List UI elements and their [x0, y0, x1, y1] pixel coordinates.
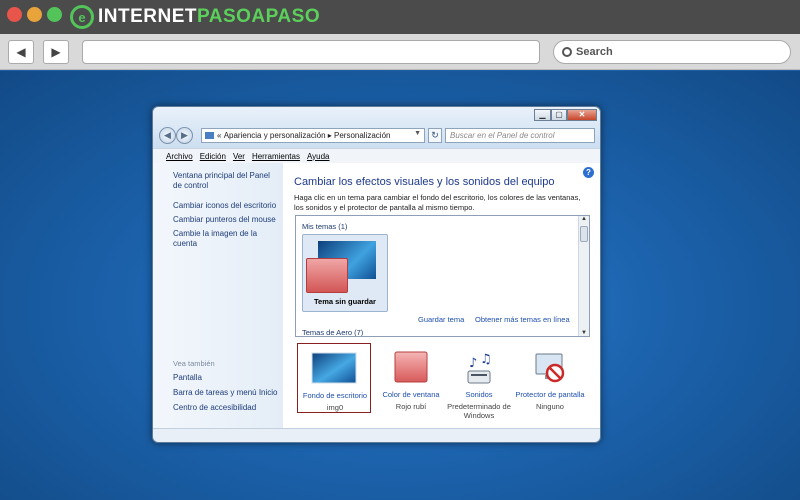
search-icon: [562, 47, 572, 57]
desktop-background-icon: [311, 352, 357, 384]
scroll-up-icon[interactable]: ▲: [579, 216, 589, 222]
chevron-down-icon[interactable]: ▼: [414, 130, 421, 137]
window-content: Ventana principal del Panel de control C…: [153, 163, 600, 428]
option-value: Predeterminado de Windows: [447, 402, 511, 420]
back-arrow-icon[interactable]: ◀: [159, 127, 176, 144]
site-logo: e INTERNET PASOAPASO: [70, 4, 320, 30]
folder-icon: [205, 132, 214, 139]
option-desktop-background[interactable]: Fondo de escritorio img0: [297, 343, 371, 413]
close-window-dot[interactable]: [7, 7, 22, 22]
minimize-button[interactable]: ▁: [534, 109, 551, 121]
aero-themes-title: Temas de Aero (7): [302, 328, 364, 337]
option-value: img0: [326, 403, 344, 412]
maximize-window-dot[interactable]: [47, 7, 62, 22]
my-themes-title: Mis temas (1): [302, 222, 348, 231]
menu-ver[interactable]: Ver: [233, 152, 245, 161]
breadcrumb-personalizacion[interactable]: Personalización: [334, 131, 390, 140]
window-titlebar: ▁ ▢ ✕ ◀ ▶ « Apariencia y personalización…: [153, 107, 600, 153]
minimize-window-dot[interactable]: [27, 7, 42, 22]
browser-top-bar: e INTERNET PASOAPASO: [0, 0, 800, 34]
svg-text:♫: ♫: [480, 352, 492, 367]
forward-arrow-icon[interactable]: ▶: [176, 127, 193, 144]
option-sounds[interactable]: ♪ ♫ Sonidos Predeterminado de Windows: [442, 343, 516, 420]
menu-bar: Archivo Edición Ver Herramientas Ayuda: [153, 148, 600, 163]
theme-list: Mis temas (1) Tema sin guardar Guardar t…: [295, 215, 590, 337]
see-also-title: Vea también: [173, 359, 215, 368]
see-also-link-taskbar[interactable]: Barra de tareas y menú Inicio: [173, 388, 278, 398]
see-also-link-accessibility[interactable]: Centro de accesibilidad: [173, 403, 278, 413]
scroll-down-icon[interactable]: ▼: [579, 330, 589, 336]
theme-color-swatch: [306, 258, 348, 293]
option-label: Color de ventana: [382, 390, 440, 399]
option-label: Fondo de escritorio: [302, 391, 368, 400]
theme-thumbnail-label: Tema sin guardar: [314, 297, 376, 306]
back-button[interactable]: ◀: [8, 40, 34, 64]
option-label: Sonidos: [465, 390, 493, 399]
option-value: Ninguno: [536, 402, 564, 411]
close-button[interactable]: ✕: [567, 109, 597, 121]
control-panel-search-input[interactable]: Buscar en el Panel de control: [445, 128, 595, 143]
logo-badge-icon: e: [70, 5, 94, 29]
option-window-color[interactable]: Color de ventana Rojo rubí: [374, 343, 448, 413]
svg-text:♪: ♪: [469, 356, 477, 371]
option-screensaver[interactable]: Protector de pantalla Ninguno: [513, 343, 587, 413]
option-value: Rojo rubí: [395, 402, 427, 411]
theme-thumbnail-unsaved[interactable]: Tema sin guardar: [302, 234, 388, 312]
menu-edicion[interactable]: Edición: [200, 152, 226, 161]
menu-herramientas[interactable]: Herramientas: [252, 152, 300, 161]
status-bar: [153, 428, 600, 442]
logo-text-pasoapaso: PASOAPASO: [197, 6, 321, 27]
sidebar-link-account-picture[interactable]: Cambie la imagen de la cuenta: [173, 229, 278, 249]
breadcrumb-back[interactable]: «: [217, 131, 221, 140]
save-theme-link[interactable]: Guardar tema: [418, 315, 464, 324]
maximize-button[interactable]: ▢: [551, 109, 567, 121]
window-color-icon: [394, 351, 428, 383]
breadcrumb-apariencia[interactable]: Apariencia y personalización: [224, 131, 326, 140]
page-title: Cambiar los efectos visuales y los sonid…: [294, 176, 555, 188]
sounds-icon: ♪ ♫: [467, 352, 492, 384]
refresh-icon[interactable]: ↻: [428, 128, 442, 143]
theme-list-scrollbar[interactable]: ▲ ▼: [578, 216, 589, 336]
sidebar-link-desktop-icons[interactable]: Cambiar iconos del escritorio: [173, 201, 278, 211]
help-icon[interactable]: ?: [583, 167, 594, 178]
logo-text-internet: INTERNET: [98, 6, 197, 27]
control-panel-search-placeholder: Buscar en el Panel de control: [450, 131, 555, 140]
browser-nav-bar: ◀ ▶ Search: [0, 34, 800, 70]
sidebar-link-mouse-pointers[interactable]: Cambiar punteros del mouse: [173, 215, 278, 225]
browser-search-input[interactable]: Search: [553, 40, 791, 64]
screensaver-icon: [535, 353, 565, 383]
browser-search-placeholder: Search: [576, 46, 613, 58]
address-bar[interactable]: « Apariencia y personalización ▸ Persona…: [201, 128, 425, 143]
scrollbar-thumb[interactable]: [580, 226, 588, 242]
task-sidebar: Ventana principal del Panel de control C…: [153, 163, 283, 428]
page-description: Haga clic en un tema para cambiar el fon…: [294, 193, 581, 212]
see-also-link-display[interactable]: Pantalla: [173, 373, 278, 383]
menu-ayuda[interactable]: Ayuda: [307, 152, 330, 161]
breadcrumb-separator-icon: ▸: [325, 131, 334, 140]
option-label: Protector de pantalla: [515, 390, 585, 399]
sidebar-link-control-panel-home[interactable]: Ventana principal del Panel de control: [173, 171, 278, 191]
menu-archivo[interactable]: Archivo: [166, 152, 193, 161]
personalization-window: ▁ ▢ ✕ ◀ ▶ « Apariencia y personalización…: [152, 106, 601, 443]
more-themes-link[interactable]: Obtener más temas en línea: [475, 315, 570, 324]
url-input[interactable]: [82, 40, 540, 64]
forward-button[interactable]: ▶: [43, 40, 69, 64]
